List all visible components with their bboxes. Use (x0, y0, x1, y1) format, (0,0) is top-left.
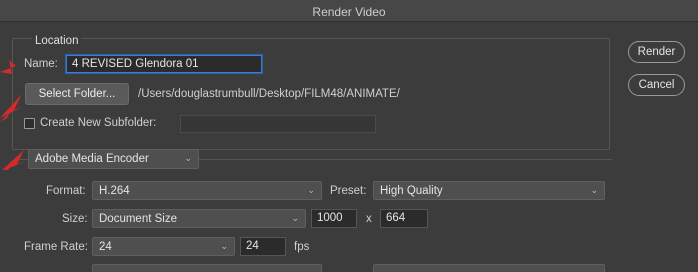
preset-select[interactable]: High Quality ⌄ (373, 181, 605, 200)
chevron-down-icon: ⌄ (220, 241, 228, 251)
fps-label: fps (294, 241, 310, 253)
next-row-select-2[interactable] (373, 264, 605, 272)
arrow-icon (0, 94, 24, 118)
chevron-down-icon: ⌄ (590, 185, 598, 195)
format-select[interactable]: H.264 ⌄ (92, 181, 322, 200)
next-row-select[interactable] (92, 264, 322, 272)
size-select-value: Document Size (99, 213, 177, 225)
height-input[interactable]: 664 (380, 209, 428, 228)
arrow-icon (0, 60, 16, 74)
subfolder-input[interactable] (180, 115, 376, 133)
encoder-select-value: Adobe Media Encoder (35, 153, 149, 165)
size-label: Size: (62, 213, 88, 225)
frame-rate-select-value: 24 (99, 241, 112, 253)
frame-rate-input[interactable]: 24 (240, 237, 286, 256)
format-label: Format: (46, 185, 86, 197)
title-bar: Render Video (0, 0, 698, 22)
size-separator: x (366, 213, 372, 225)
chevron-down-icon: ⌄ (291, 213, 299, 223)
cancel-button[interactable]: Cancel (628, 74, 685, 96)
frame-rate-select[interactable]: 24 ⌄ (92, 237, 235, 256)
chevron-down-icon: ⌄ (184, 153, 192, 163)
render-button[interactable]: Render (628, 41, 685, 63)
size-select[interactable]: Document Size ⌄ (92, 209, 306, 228)
arrow-icon (2, 150, 26, 170)
location-group-label: Location (32, 35, 82, 47)
folder-path: /Users/douglastrumbull/Desktop/FILM48/AN… (138, 88, 400, 100)
preset-select-value: High Quality (380, 185, 443, 197)
frame-rate-label: Frame Rate: (24, 241, 88, 253)
name-input[interactable]: 4 REVISED Glendora 01 (66, 55, 262, 73)
chevron-down-icon: ⌄ (307, 185, 315, 195)
create-subfolder-label: Create New Subfolder: (40, 117, 157, 129)
format-select-value: H.264 (99, 185, 130, 197)
encoder-select[interactable]: Adobe Media Encoder ⌄ (28, 149, 199, 169)
annotation-arrows (0, 60, 26, 170)
window-title: Render Video (312, 5, 386, 19)
select-folder-button[interactable]: Select Folder... (25, 83, 129, 105)
preset-label: Preset: (330, 185, 367, 197)
width-input[interactable]: 1000 (311, 209, 357, 228)
